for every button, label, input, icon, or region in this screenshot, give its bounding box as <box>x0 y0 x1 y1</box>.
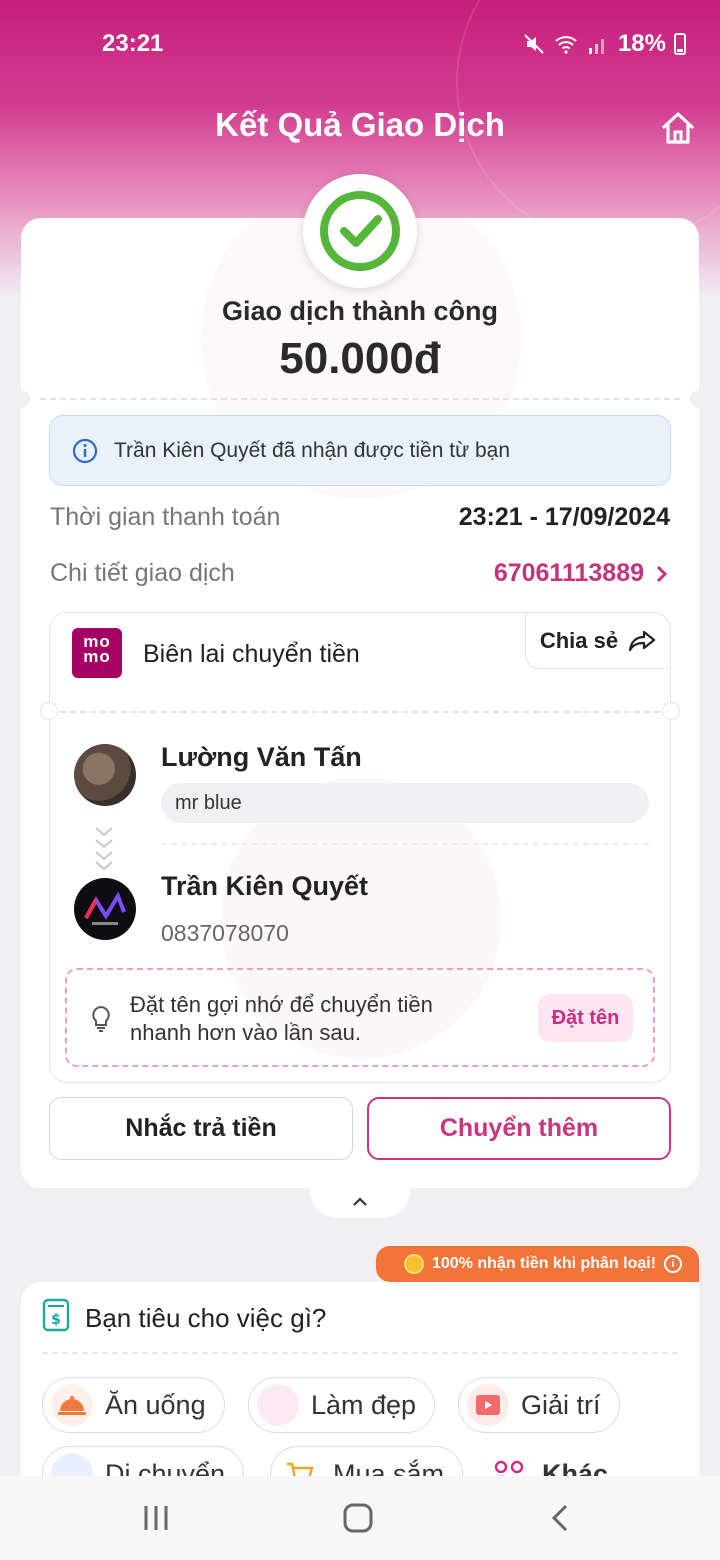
set-nickname-button[interactable]: Đặt tên <box>538 994 633 1042</box>
collapse-button[interactable] <box>310 1186 410 1218</box>
film-icon <box>467 1384 509 1426</box>
transaction-id-link[interactable]: 67061113889 <box>494 559 668 588</box>
status-bar: 23:21 18% <box>0 0 720 92</box>
chevron-up-icon <box>353 1197 367 1206</box>
success-badge <box>303 174 417 288</box>
status-time: 23:21 <box>102 30 164 57</box>
transfer-message: mr blue <box>161 783 649 823</box>
sender-avatar <box>74 744 136 806</box>
receiver-avatar <box>74 878 136 940</box>
time-label: Thời gian thanh toán <box>50 503 281 531</box>
category-chip-food[interactable]: Ăn uống <box>42 1377 225 1433</box>
promo-info-icon: i <box>664 1255 683 1273</box>
battery-icon <box>674 33 686 55</box>
home-nav-icon[interactable] <box>340 1500 376 1536</box>
share-label: Chia sẻ <box>539 627 619 653</box>
hint-text: Đặt tên gợi nhớ để chuyển tiền nhanh hơn… <box>130 992 433 1045</box>
remind-payment-button[interactable]: Nhắc trả tiền <box>49 1097 353 1160</box>
home-icon[interactable] <box>658 108 698 148</box>
status-text: Giao dịch thành công <box>222 296 498 326</box>
check-icon <box>320 191 400 271</box>
momo-logo: mo mo <box>72 628 122 678</box>
receipt-notch-left <box>40 702 58 720</box>
receipt-divider <box>60 711 660 713</box>
detail-label: Chi tiết giao dịch <box>50 559 235 587</box>
mute-icon <box>524 34 544 54</box>
share-button[interactable]: Chia sẻ <box>525 612 671 669</box>
momo-logo-bottom: mo <box>83 647 111 666</box>
info-icon <box>72 438 98 463</box>
wifi-icon <box>555 36 577 54</box>
transaction-id: 67061113889 <box>493 559 644 587</box>
ticket-notch-right <box>690 390 708 408</box>
wallet-icon: $ <box>42 1298 70 1332</box>
info-text: Trần Kiên Quyết đã nhận được tiền từ bạn <box>114 438 511 462</box>
page-title: Kết Quả Giao Dịch <box>215 106 505 143</box>
status-icons: 18% <box>522 30 686 58</box>
receipt-title: Biên lai chuyển tiền <box>143 640 360 668</box>
receiver-phone: 0837078070 <box>161 920 289 946</box>
category-label-food: Ăn uống <box>105 1389 206 1420</box>
divider <box>40 398 680 400</box>
transfer-arrows-icon <box>95 827 113 871</box>
promo-badge[interactable]: 100% nhận tiền khi phân loại! i <box>376 1246 699 1282</box>
info-banner: Trần Kiên Quyết đã nhận được tiền từ bạn <box>49 415 671 486</box>
category-divider <box>42 1352 678 1354</box>
battery-percent: 18% <box>617 30 666 57</box>
sender-name: Lường Văn Tấn <box>161 742 362 772</box>
category-label-entertainment: Giải trí <box>521 1389 601 1420</box>
send-more-button[interactable]: Chuyển thêm <box>367 1097 671 1160</box>
receiver-name: Trần Kiên Quyết <box>161 871 369 901</box>
category-label-beauty: Làm đẹp <box>311 1389 417 1420</box>
svg-text:$: $ <box>51 1312 61 1328</box>
food-icon <box>51 1384 93 1426</box>
share-icon <box>629 630 656 651</box>
receiver-avatar-logo <box>84 891 126 925</box>
sender-divider <box>161 843 649 845</box>
coin-icon <box>404 1254 424 1274</box>
category-title: Bạn tiêu cho việc gì? <box>85 1303 327 1333</box>
receipt-notch-right <box>662 702 680 720</box>
recent-apps-icon[interactable] <box>138 1500 174 1536</box>
beauty-icon <box>257 1384 299 1426</box>
system-nav-bar <box>0 1476 720 1560</box>
promo-text: 100% nhận tiền khi phân loại! <box>432 1255 657 1272</box>
chevron-right-icon <box>656 565 668 582</box>
ticket-notch-left <box>12 390 30 408</box>
back-icon[interactable] <box>542 1500 578 1536</box>
signal-icon <box>588 39 604 54</box>
category-chip-entertainment[interactable]: Giải trí <box>458 1377 620 1433</box>
category-chip-beauty[interactable]: Làm đẹp <box>248 1377 436 1433</box>
time-value: 23:21 - 17/09/2024 <box>458 503 670 531</box>
amount: 50.000đ <box>279 334 441 383</box>
lightbulb-icon <box>92 1005 110 1032</box>
